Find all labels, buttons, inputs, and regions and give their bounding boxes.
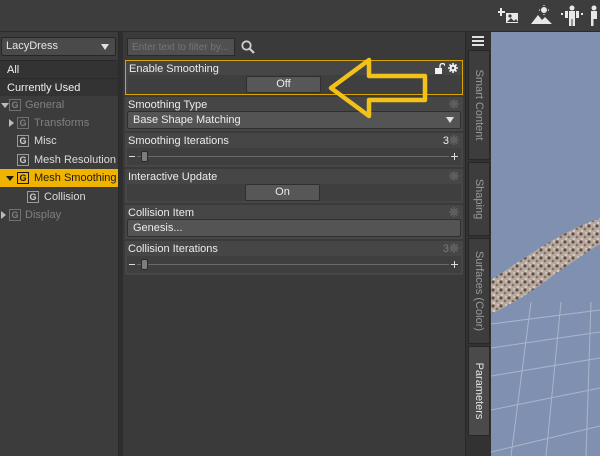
tree-item-label: Display bbox=[25, 209, 62, 221]
param-label: Collision Iterations bbox=[128, 243, 218, 255]
group-icon: G bbox=[17, 117, 29, 129]
gear-icon[interactable] bbox=[449, 135, 459, 145]
enable-smoothing-toggle[interactable]: Off bbox=[246, 76, 321, 93]
gear-icon[interactable] bbox=[448, 63, 458, 73]
smoothing-type-value: Base Shape Matching bbox=[133, 114, 241, 126]
param-collision-iterations: Collision Iterations 3 bbox=[125, 241, 463, 275]
figure-pose-icon[interactable] bbox=[560, 4, 584, 28]
side-tab-strip: Smart Content Shaping Surfaces (Color) P… bbox=[465, 32, 491, 456]
slider-track bbox=[137, 264, 449, 265]
search-icon[interactable] bbox=[240, 39, 256, 55]
group-icon: G bbox=[17, 135, 29, 147]
tab-label: Smart Content bbox=[473, 69, 485, 141]
filter-input[interactable] bbox=[127, 38, 235, 56]
param-control-area: On bbox=[127, 184, 461, 201]
tab-parameters[interactable]: Parameters bbox=[468, 346, 490, 436]
unlocked-icon[interactable] bbox=[435, 63, 445, 74]
filter-currently-used-label: Currently Used bbox=[7, 82, 81, 94]
collision-iterations-slider[interactable] bbox=[127, 256, 461, 273]
slider-thumb[interactable] bbox=[141, 259, 148, 270]
tree-item-mesh-smoothing[interactable]: G Mesh Smoothing bbox=[0, 169, 118, 187]
lace-dress-mesh bbox=[491, 218, 600, 314]
tree-item-misc[interactable]: G Misc bbox=[0, 132, 118, 150]
tab-surfaces-color[interactable]: Surfaces (Color) bbox=[468, 238, 490, 344]
param-label: Interactive Update bbox=[128, 171, 218, 183]
tree-item-collision[interactable]: G Collision bbox=[0, 188, 118, 206]
gear-icon[interactable] bbox=[449, 99, 459, 109]
filter-all[interactable]: All bbox=[0, 60, 118, 78]
pane-menu-icon[interactable] bbox=[472, 36, 484, 46]
group-icon: G bbox=[9, 99, 21, 111]
floor-grid bbox=[491, 301, 600, 456]
tree-item-label: Transforms bbox=[34, 117, 90, 129]
expand-toggle-icon[interactable] bbox=[6, 176, 14, 181]
figure-icon[interactable] bbox=[586, 4, 600, 28]
collapse-toggle-icon[interactable] bbox=[9, 119, 14, 127]
increment-icon-stem[interactable] bbox=[454, 261, 455, 268]
param-label: Smoothing Type bbox=[128, 99, 208, 111]
collision-item-button[interactable]: Genesis... bbox=[127, 219, 461, 237]
increment-icon-stem[interactable] bbox=[454, 153, 455, 160]
group-icon: G bbox=[17, 172, 29, 184]
tab-shaping[interactable]: Shaping bbox=[468, 162, 490, 236]
chevron-down-icon bbox=[101, 44, 109, 50]
param-interactive-update: Interactive Update On bbox=[125, 169, 463, 203]
filter-all-label: All bbox=[7, 64, 20, 76]
tree-item-transforms[interactable]: G Transforms bbox=[0, 114, 118, 132]
gear-icon[interactable] bbox=[449, 171, 459, 181]
group-icon: G bbox=[9, 209, 21, 221]
slider-thumb[interactable] bbox=[141, 151, 148, 162]
param-collision-item: Collision Item Genesis... bbox=[125, 205, 463, 239]
decrement-icon[interactable] bbox=[129, 264, 135, 265]
tree-item-label: Collision bbox=[44, 191, 86, 203]
tab-label: Surfaces (Color) bbox=[473, 250, 485, 332]
annotation-arrow-icon bbox=[328, 57, 428, 119]
gear-icon[interactable] bbox=[449, 243, 459, 253]
viewport-3d[interactable] bbox=[491, 32, 600, 456]
tree-item-mesh-resolution[interactable]: G Mesh Resolution bbox=[0, 151, 118, 169]
tree-item-label: Mesh Smoothing bbox=[34, 172, 117, 184]
node-selector-dropdown[interactable]: LacyDress bbox=[1, 37, 116, 56]
group-icon: G bbox=[27, 191, 39, 203]
slider-track bbox=[137, 156, 449, 157]
smoothing-iterations-slider[interactable] bbox=[127, 148, 461, 165]
group-icon: G bbox=[17, 154, 29, 166]
parameter-group-tree: LacyDress All Currently Used G General G… bbox=[0, 32, 119, 456]
tree-item-general[interactable]: G General bbox=[0, 96, 118, 114]
param-label: Enable Smoothing bbox=[129, 63, 219, 75]
tab-label: Parameters bbox=[473, 362, 485, 420]
decrement-icon[interactable] bbox=[129, 156, 135, 157]
parameters-list: Enable Smoothing Off Smoothing Type Base… bbox=[123, 32, 465, 456]
tree-item-display[interactable]: G Display bbox=[0, 206, 118, 224]
add-image-icon[interactable] bbox=[498, 4, 522, 28]
param-label: Collision Item bbox=[128, 207, 195, 219]
tab-label: Shaping bbox=[473, 178, 485, 220]
scene-light-icon[interactable] bbox=[530, 4, 554, 28]
param-smoothing-iterations: Smoothing Iterations 3 bbox=[125, 133, 463, 167]
node-selector-value: LacyDress bbox=[6, 40, 58, 52]
main-toolbar bbox=[0, 0, 600, 32]
collision-item-value: Genesis... bbox=[133, 222, 183, 234]
collapse-toggle-icon[interactable] bbox=[1, 211, 6, 219]
tree-item-label: Misc bbox=[34, 135, 57, 147]
chevron-down-icon bbox=[446, 117, 454, 123]
param-label: Smoothing Iterations bbox=[128, 135, 229, 147]
filter-currently-used[interactable]: Currently Used bbox=[0, 78, 118, 96]
gear-icon[interactable] bbox=[449, 207, 459, 217]
tree-item-label: General bbox=[25, 99, 65, 111]
expand-toggle-icon[interactable] bbox=[1, 103, 9, 108]
interactive-update-toggle[interactable]: On bbox=[245, 184, 320, 201]
tree-item-label: Mesh Resolution bbox=[34, 154, 116, 166]
tab-smart-content[interactable]: Smart Content bbox=[468, 50, 490, 160]
